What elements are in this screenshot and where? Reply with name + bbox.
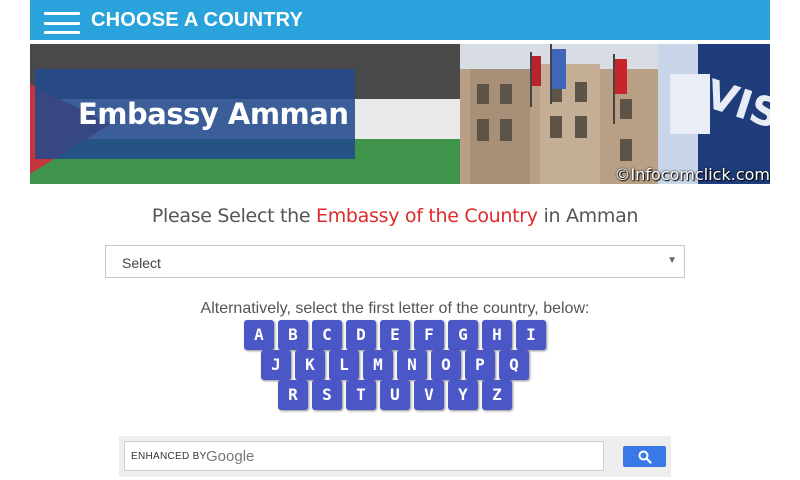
letter-instruction: Alternatively, select the first letter o… <box>200 300 590 317</box>
letter-button-j[interactable]: J <box>261 350 291 380</box>
letter-button-y[interactable]: Y <box>448 380 478 410</box>
letter-button-e[interactable]: E <box>380 320 410 350</box>
page-heading: Please Select the Embassy of the Country… <box>0 205 790 227</box>
letter-button-l[interactable]: L <box>329 350 359 380</box>
search-enhanced-label: ENHANCED BY <box>131 451 207 462</box>
heading-suffix: in Amman <box>537 205 639 227</box>
heading-prefix: Please Select the <box>151 205 316 227</box>
embassy-banner: VIS Embassy Amman ©Infocomclick.com <box>30 44 770 184</box>
watermark: ©Infocomclick.com <box>614 165 770 184</box>
search-button[interactable] <box>623 446 666 467</box>
letter-button-o[interactable]: O <box>431 350 461 380</box>
letter-button-v[interactable]: V <box>414 380 444 410</box>
letter-button-i[interactable]: I <box>516 320 546 350</box>
letter-button-n[interactable]: N <box>397 350 427 380</box>
letter-button-z[interactable]: Z <box>482 380 512 410</box>
choose-country-title[interactable]: CHOOSE A COUNTRY <box>91 9 303 32</box>
letter-button-b[interactable]: B <box>278 320 308 350</box>
chevron-down-icon: ▼ <box>667 255 677 266</box>
top-bar: CHOOSE A COUNTRY <box>30 0 770 40</box>
letter-button-a[interactable]: A <box>244 320 274 350</box>
letter-button-r[interactable]: R <box>278 380 308 410</box>
letter-button-f[interactable]: F <box>414 320 444 350</box>
letter-button-s[interactable]: S <box>312 380 342 410</box>
letter-button-p[interactable]: P <box>465 350 495 380</box>
letter-button-h[interactable]: H <box>482 320 512 350</box>
search-icon <box>638 450 652 464</box>
letter-button-u[interactable]: U <box>380 380 410 410</box>
letter-row: RSTUVYZ <box>0 380 790 410</box>
letter-row: ABCDEFGHI <box>0 320 790 350</box>
google-search-box: ENHANCED BY Google <box>119 436 671 477</box>
letter-button-t[interactable]: T <box>346 380 376 410</box>
heading-highlight: Embassy of the Country <box>316 205 538 227</box>
google-brand: Google <box>206 448 255 465</box>
search-input[interactable]: ENHANCED BY Google <box>124 441 604 471</box>
hamburger-menu-icon[interactable] <box>44 12 80 34</box>
embassy-select[interactable]: Select ▼ <box>105 245 685 278</box>
letter-button-k[interactable]: K <box>295 350 325 380</box>
banner-title: Embassy Amman <box>78 97 349 131</box>
letter-button-q[interactable]: Q <box>499 350 529 380</box>
letter-button-m[interactable]: M <box>363 350 393 380</box>
letter-button-c[interactable]: C <box>312 320 342 350</box>
letter-button-g[interactable]: G <box>448 320 478 350</box>
letter-button-d[interactable]: D <box>346 320 376 350</box>
select-value: Select <box>122 255 161 271</box>
letter-row: JKLMNOPQ <box>0 350 790 380</box>
